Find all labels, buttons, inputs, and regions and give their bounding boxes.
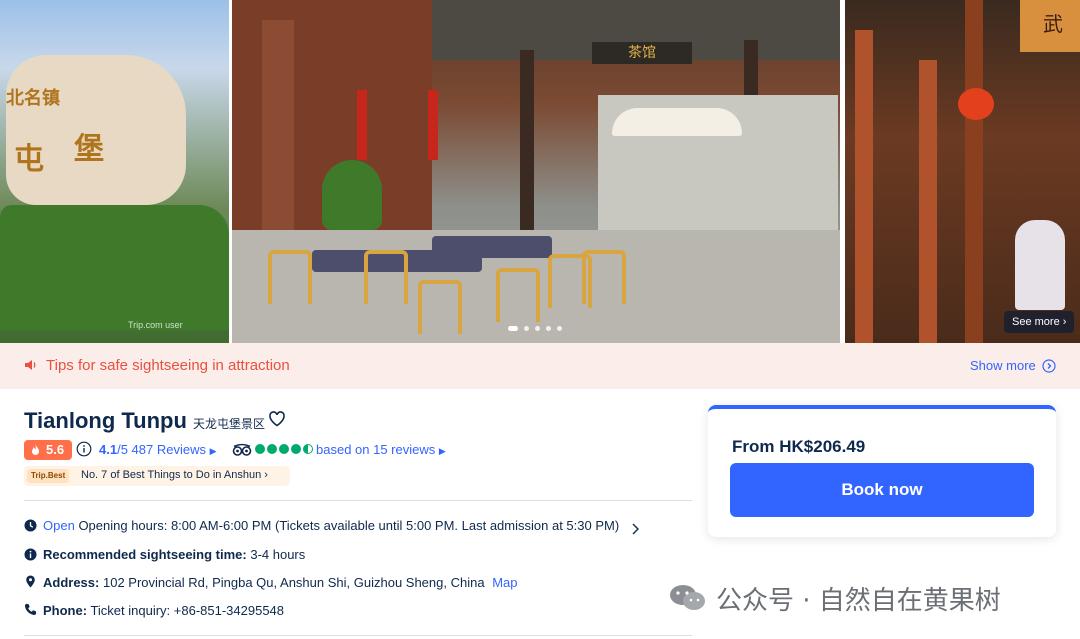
fire-icon [32, 444, 39, 455]
address-label: Address: [43, 575, 100, 590]
wooden-post [919, 60, 937, 343]
info-filled-icon [24, 548, 37, 561]
tripadvisor-reviews-link[interactable]: based on 15 reviews ▶ [316, 442, 446, 457]
tripadvisor-icon [232, 443, 252, 456]
gallery-photo-right[interactable]: 武 See more › [845, 0, 1080, 343]
info-icon[interactable] [76, 441, 92, 457]
price-prefix: From [732, 437, 775, 456]
divider [24, 635, 692, 636]
price-value: HK$206.49 [779, 437, 866, 456]
monument-text-1: 屯 [14, 142, 44, 177]
rating-dot-half [303, 444, 313, 454]
booking-card: From HK$206.49 Book now [708, 405, 1056, 537]
potted-plant [322, 160, 382, 230]
chevron-right-icon[interactable] [630, 522, 640, 536]
photo-credit: Trip.com user [128, 320, 183, 330]
see-more-button[interactable]: See more › [1004, 311, 1075, 333]
wechat-watermark: 公众号 · 自然自在黄果树 [668, 578, 1001, 618]
map-link[interactable]: Map [492, 575, 517, 590]
tips-text[interactable]: Tips for safe sightseeing in attraction [46, 357, 290, 374]
reviews-count: 487 Reviews [131, 442, 206, 457]
attraction-title: Tianlong Tunpu [24, 408, 187, 433]
location-pin-icon [26, 575, 35, 588]
gallery-photo-left[interactable]: 北名镇 屯 堡 Trip.com user [0, 0, 229, 343]
book-now-button[interactable]: Book now [730, 463, 1034, 517]
carousel-dot[interactable] [557, 326, 562, 331]
trip-score: 5.6 [46, 442, 65, 457]
heart-icon[interactable] [268, 410, 286, 428]
wooden-post [855, 30, 873, 343]
rating-dot [267, 444, 277, 454]
chair-3 [418, 280, 462, 334]
chair-2 [364, 250, 408, 304]
trip-best-tag: Trip.Best [27, 469, 70, 483]
rating-scale: /5 [117, 442, 128, 457]
caret-right-icon: ▶ [209, 446, 217, 456]
recommended-time: Recommended sightseeing time: 3-4 hours [43, 547, 305, 562]
carousel-dot[interactable] [546, 326, 551, 331]
monument-text-2: 堡 [74, 132, 104, 167]
chair-6 [582, 250, 626, 304]
attraction-info: Tianlong Tunpu 天龙屯堡景区 5.6 4.1/5 487 Revi… [0, 389, 1080, 639]
performer-figure [1015, 220, 1065, 310]
rating-link[interactable]: 4.1/5 487 Reviews ▶ [99, 442, 217, 457]
rating-dot [291, 444, 301, 454]
wooden-post [965, 0, 983, 343]
ranking-label: No. 7 of Best Things to Do in Anshun [81, 469, 262, 481]
rating-dot [255, 444, 265, 454]
hedge [0, 205, 229, 330]
tips-bar: Tips for safe sightseeing in attraction … [0, 343, 1080, 389]
show-more-link[interactable]: Show more [970, 358, 1036, 373]
circle-chevron-right-icon[interactable] [1042, 359, 1056, 373]
address: Address: 102 Provincial Rd, Pingba Qu, A… [43, 575, 517, 590]
ranking-text: No. 7 of Best Things to Do in Anshun › [81, 469, 268, 481]
watermark-text: 公众号 · 自然自在黄果树 [716, 585, 1001, 616]
open-status: Open [43, 518, 75, 533]
phone-icon [24, 603, 37, 616]
recommended-time-value: 3-4 hours [250, 547, 306, 562]
tripadvisor-reviews-text: based on 15 reviews [316, 442, 436, 457]
carousel-dot[interactable] [508, 326, 518, 331]
carousel-dot[interactable] [524, 326, 529, 331]
see-more-label: See more [1012, 316, 1060, 328]
patio-umbrella [612, 108, 742, 136]
opening-hours-text: Opening hours: 8:00 AM-6:00 PM (Tickets … [78, 518, 620, 533]
wechat-icon [670, 585, 705, 610]
pavilion-sign: 茶馆 [592, 42, 692, 64]
table-2 [432, 236, 552, 258]
phone-value[interactable]: Ticket inquiry: +86-851-34295548 [90, 603, 284, 618]
rating-dot [279, 444, 289, 454]
ranking-badge[interactable]: Trip.Best No. 7 of Best Things to Do in … [24, 466, 290, 486]
chair-1 [268, 250, 312, 304]
phone: Phone: Ticket inquiry: +86-851-34295548 [43, 603, 284, 618]
tripadvisor-rating-dots [255, 444, 313, 454]
hanging-sign-text: 武 [1043, 12, 1063, 36]
caret-right-icon: ▶ [438, 446, 446, 456]
phone-label: Phone: [43, 603, 88, 618]
speaker-icon [25, 360, 36, 370]
divider [24, 500, 692, 501]
gallery-photo-main[interactable]: 茶馆 [232, 0, 840, 343]
carousel-dots[interactable] [508, 326, 562, 331]
photo-gallery[interactable]: 北名镇 屯 堡 Trip.com user 茶馆 武 See more › [0, 0, 1080, 343]
address-value: 102 Provincial Rd, Pingba Qu, Anshun Shi… [102, 575, 485, 590]
chevron-right-icon: › [264, 469, 268, 481]
chevron-right-icon: › [1062, 316, 1067, 328]
monument-text-top: 北名镇 [6, 88, 60, 109]
clock-icon [24, 519, 37, 532]
door-left [262, 20, 294, 230]
couplet-left [357, 90, 367, 160]
attraction-title-cn: 天龙屯堡景区 [193, 417, 266, 431]
chair-4 [496, 268, 540, 322]
couplet-right [428, 90, 438, 160]
recommended-time-label: Recommended sightseeing time: [43, 547, 247, 562]
carousel-dot[interactable] [535, 326, 540, 331]
pavilion-pillar-left [520, 50, 534, 230]
red-lantern [958, 88, 994, 120]
rating-value: 4.1 [99, 442, 118, 457]
price: From HK$206.49 [732, 437, 865, 457]
opening-hours[interactable]: Open Opening hours: 8:00 AM-6:00 PM (Tic… [43, 518, 619, 533]
